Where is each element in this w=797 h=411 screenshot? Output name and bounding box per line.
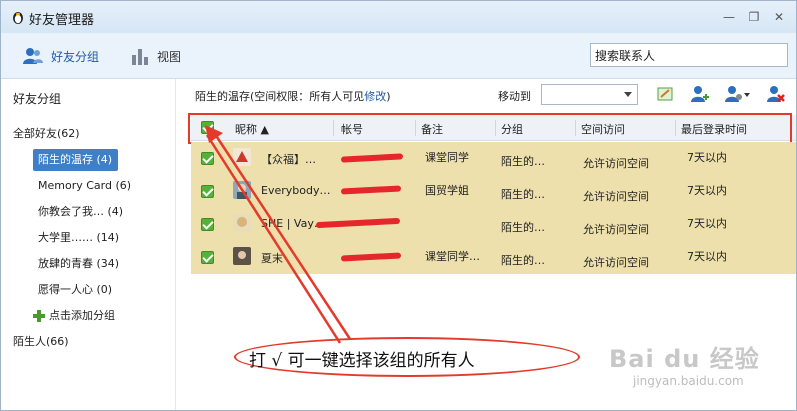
avatar <box>233 214 251 232</box>
window-title: 好友管理器 <box>29 13 95 28</box>
sidebar-group-item[interactable]: 你教会了我… (4) <box>33 201 129 223</box>
row-last-login: 7天以内 <box>687 250 727 263</box>
friends-group-tab[interactable]: 好友分组 <box>23 46 99 66</box>
add-friend-icon[interactable] <box>691 85 709 103</box>
baidu-watermark: Bai du 经验 jingyan.baidu.com <box>609 339 760 388</box>
chevron-down-icon <box>624 92 632 97</box>
row-group: 陌生的… <box>501 188 545 201</box>
row-checkbox[interactable] <box>201 218 214 231</box>
watermark-url: jingyan.baidu.com <box>633 374 744 388</box>
table-row[interactable]: 夏末 课堂同学… 陌生的… 允许访问空间 7天以内 <box>191 241 796 274</box>
header-highlight-box <box>188 113 792 144</box>
row-last-login: 7天以内 <box>687 217 727 230</box>
friends-group-label: 好友分组 <box>51 49 100 64</box>
bar-chart-icon <box>132 49 148 65</box>
title-bar: 好友管理器 — ❐ ✕ <box>1 1 796 33</box>
row-checkbox[interactable] <box>201 251 214 264</box>
row-group: 陌生的… <box>501 221 545 234</box>
sidebar-group-item[interactable]: 陌生的温存 (4) <box>33 149 119 171</box>
sidebar-item-strangers[interactable]: 陌生人(66) <box>13 331 69 353</box>
table-row[interactable]: Everybody… 国贸学姐 陌生的… 允许访问空间 7天以内 <box>191 175 796 208</box>
redaction-scribble <box>340 185 402 195</box>
group-permission-text: 陌生的温存(空间权限：所有人可见 <box>195 90 365 103</box>
row-group: 陌生的… <box>501 254 545 267</box>
group-permission-info: 陌生的温存(空间权限：所有人可见修改) <box>195 88 391 104</box>
row-checkbox[interactable] <box>201 152 214 165</box>
edit-permission-link[interactable]: 修改 <box>364 90 386 103</box>
users-icon <box>23 48 43 64</box>
row-last-login: 7天以内 <box>687 151 727 164</box>
group-permission-close: ) <box>386 90 391 103</box>
avatar <box>233 247 251 265</box>
row-remark: 国贸学姐 <box>425 184 469 197</box>
add-group-label: 点击添加分组 <box>49 309 115 322</box>
maximize-button[interactable]: ❐ <box>746 9 762 25</box>
add-group-button[interactable]: 点击添加分组 <box>33 305 115 327</box>
friend-manager-window: 好友管理器 — ❐ ✕ 好友分组 视图 搜索联系人 好友分组 全部好友(62) <box>0 0 797 411</box>
delete-friend-icon[interactable] <box>767 85 785 103</box>
row-space-access: 允许访问空间 <box>583 256 649 269</box>
row-remark: 课堂同学… <box>425 250 480 263</box>
table-row[interactable]: SHE | Vay… 陌生的… 允许访问空间 7天以内 <box>191 208 796 241</box>
friend-settings-icon[interactable] <box>725 85 751 103</box>
row-space-access: 允许访问空间 <box>583 223 649 236</box>
redaction-scribble <box>340 153 404 163</box>
move-to-label: 移动到 <box>498 90 531 103</box>
redaction-scribble <box>340 252 402 262</box>
watermark-brand: Bai du 经验 <box>609 345 760 373</box>
sidebar: 好友分组 全部好友(62) 陌生的温存 (4) Memory Card (6) … <box>1 79 176 410</box>
friend-table-body: 【众福】… 课堂同学 陌生的… 允许访问空间 7天以内 Everybody… 国… <box>191 142 796 274</box>
row-space-access: 允许访问空间 <box>583 157 649 170</box>
row-nickname: 【众福】… <box>261 153 316 166</box>
view-tab[interactable]: 视图 <box>131 46 181 66</box>
table-row[interactable]: 【众福】… 课堂同学 陌生的… 允许访问空间 7天以内 <box>191 142 796 175</box>
row-group: 陌生的… <box>501 155 545 168</box>
row-nickname: Everybody… <box>261 184 331 197</box>
sidebar-group-item[interactable]: 放肆的青春 (34) <box>33 253 125 275</box>
row-nickname: 夏末 <box>261 252 283 265</box>
row-last-login: 7天以内 <box>687 184 727 197</box>
search-input[interactable]: 搜索联系人 <box>590 43 788 67</box>
sidebar-group-item[interactable]: 愿得一人心 (0) <box>33 279 118 301</box>
sidebar-item-all-friends[interactable]: 全部好友(62) <box>13 123 80 145</box>
toolbar: 好友分组 视图 搜索联系人 <box>1 33 796 79</box>
edit-note-icon[interactable] <box>656 85 674 103</box>
row-space-access: 允许访问空间 <box>583 190 649 203</box>
row-remark: 课堂同学 <box>425 151 469 164</box>
view-label: 视图 <box>157 49 182 64</box>
sidebar-group-item[interactable]: Memory Card (6) <box>33 175 137 197</box>
qq-penguin-icon <box>13 12 23 24</box>
annotation-text: 打 √ 可一键选择该组的所有人 <box>249 351 475 371</box>
close-button[interactable]: ✕ <box>771 9 787 25</box>
avatar <box>233 148 251 166</box>
avatar <box>233 181 251 199</box>
redaction-scribble <box>315 217 401 229</box>
minimize-button[interactable]: — <box>721 9 737 25</box>
sidebar-heading: 好友分组 <box>13 92 62 106</box>
row-checkbox[interactable] <box>201 185 214 198</box>
plus-icon <box>33 310 45 322</box>
sidebar-group-item[interactable]: 大学里…… (14) <box>33 227 125 249</box>
move-to-select[interactable] <box>541 84 638 105</box>
